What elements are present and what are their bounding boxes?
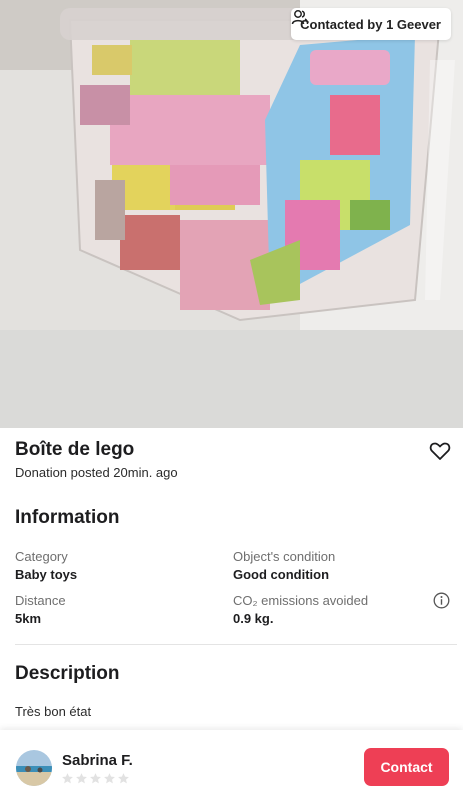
user-name[interactable]: Sabrina F.	[62, 752, 133, 769]
co2-label: CO₂ emissions avoided	[233, 593, 369, 608]
contact-button[interactable]: Contact	[364, 748, 449, 786]
distance-value: 5km	[15, 611, 42, 626]
avatar-photo	[16, 750, 52, 786]
lego-box-illustration	[0, 0, 463, 428]
avatar[interactable]	[16, 750, 52, 786]
user-rating	[61, 772, 130, 785]
category-value: Baby toys	[15, 567, 78, 582]
product-photo[interactable]: Contacted by 1 Geever	[0, 0, 463, 428]
condition-value: Good condition	[233, 567, 330, 582]
star-icon	[104, 773, 115, 784]
contacted-badge: Contacted by 1 Geever	[291, 8, 451, 40]
star-icon	[118, 773, 129, 784]
people-icon	[291, 10, 309, 25]
section-divider	[15, 644, 457, 645]
heart-icon[interactable]	[429, 440, 451, 462]
star-icon	[76, 773, 87, 784]
info-co2: CO₂ emissions avoided 0.9 kg.	[233, 592, 368, 628]
contact-footer: Sabrina F. Contact	[0, 730, 463, 800]
distance-label: Distance	[15, 593, 66, 608]
info-condition: Object's condition Good condition	[233, 548, 335, 584]
listing-header: Boîte de lego Donation posted 20min. ago	[15, 437, 451, 480]
description-text: Très bon état	[15, 704, 92, 719]
description-heading: Description	[15, 663, 120, 684]
category-label: Category	[15, 549, 68, 564]
posted-time: Donation posted 20min. ago	[15, 465, 178, 480]
star-icon	[62, 773, 73, 784]
co2-value: 0.9 kg.	[233, 611, 274, 626]
info-distance: Distance 5km	[15, 592, 66, 628]
condition-label: Object's condition	[233, 549, 336, 564]
star-icon	[90, 773, 101, 784]
contacted-label: Contacted by 1 Geever	[300, 16, 441, 32]
item-title: Boîte de lego	[15, 439, 135, 460]
info-icon[interactable]	[433, 592, 450, 609]
info-category: Category Baby toys	[15, 548, 77, 584]
information-heading: Information	[15, 507, 120, 528]
